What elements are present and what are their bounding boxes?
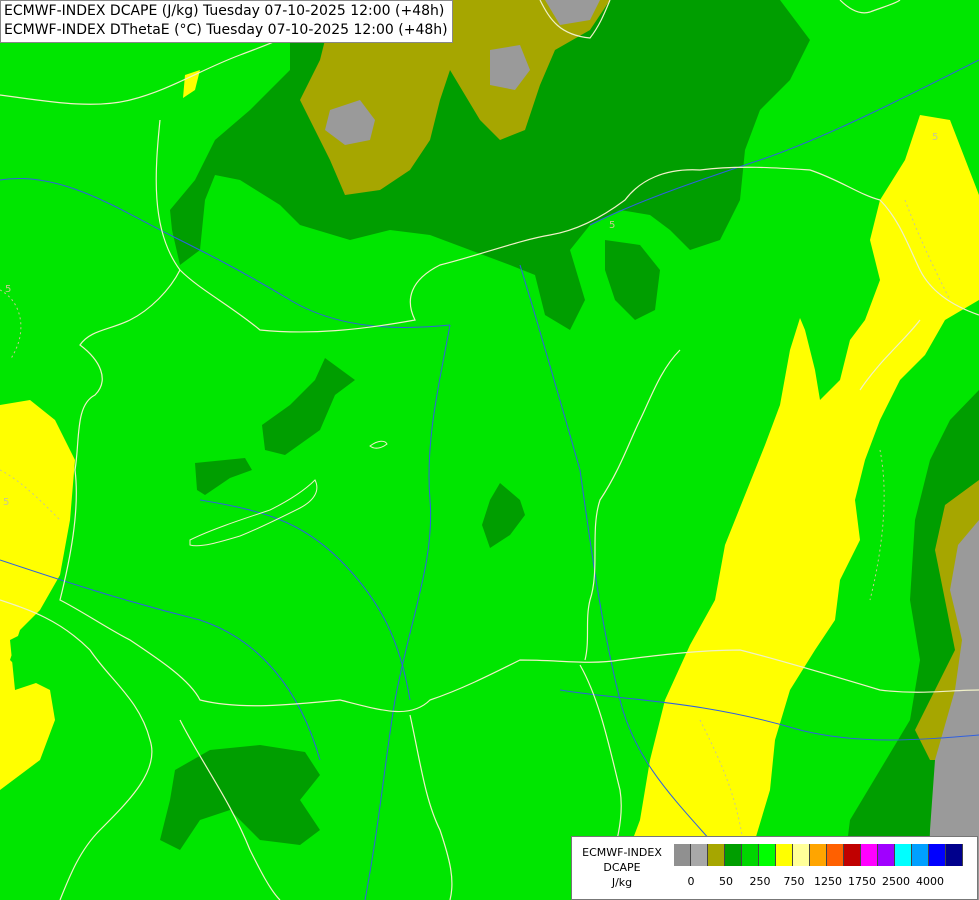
contour-label: 5: [932, 132, 938, 143]
legend-tick-label: 2500: [882, 875, 910, 888]
legend-unit: J/kg: [611, 876, 633, 889]
color-legend: ECMWF-INDEX DCAPE J/kg 0 50 250 750 1250 1750…: [571, 836, 978, 900]
legend-swatch: [929, 844, 946, 866]
legend-tick-label: 50: [719, 875, 733, 888]
map-title-box: ECMWF-INDEX DCAPE (J/kg) Tuesday 07-10-2…: [0, 0, 453, 43]
legend-swatch: [759, 844, 776, 866]
contour-label: 5: [609, 220, 615, 231]
contour-label: 5: [3, 497, 9, 508]
legend-swatch: [912, 844, 929, 866]
legend-tick-label: 1750: [848, 875, 876, 888]
legend-swatches: [674, 844, 963, 866]
legend-tick-label: 250: [749, 875, 771, 888]
legend-swatch: [725, 844, 742, 866]
legend-swatch: [844, 844, 861, 866]
legend-tick-label: 4000: [916, 875, 944, 888]
legend-swatch: [691, 844, 708, 866]
legend-swatch: [708, 844, 725, 866]
title-line-dthetae: ECMWF-INDEX DThetaE (°C) Tuesday 07-10-2…: [4, 22, 448, 38]
legend-swatch: [793, 844, 810, 866]
legend-swatch: [810, 844, 827, 866]
legend-variable: DCAPE: [603, 861, 641, 874]
legend-swatch: [742, 844, 759, 866]
legend-swatch: [946, 844, 963, 866]
map-canvas: 5 5 5 5: [0, 0, 979, 900]
legend-swatch: [861, 844, 878, 866]
legend-swatch: [674, 844, 691, 866]
legend-swatch: [878, 844, 895, 866]
legend-swatch: [827, 844, 844, 866]
legend-tick-label: 750: [783, 875, 805, 888]
legend-swatch: [895, 844, 912, 866]
contour-label: 5: [5, 284, 11, 295]
title-line-dcape: ECMWF-INDEX DCAPE (J/kg) Tuesday 07-10-2…: [4, 3, 445, 19]
legend-label: ECMWF-INDEX DCAPE J/kg: [574, 845, 670, 890]
legend-tick-label: 1250: [814, 875, 842, 888]
legend-ticks: 0 50 250 750 1250 1750 2500 4000: [674, 875, 974, 889]
legend-tick-label: 0: [687, 875, 695, 888]
legend-title: ECMWF-INDEX: [582, 846, 662, 859]
legend-swatch: [776, 844, 793, 866]
